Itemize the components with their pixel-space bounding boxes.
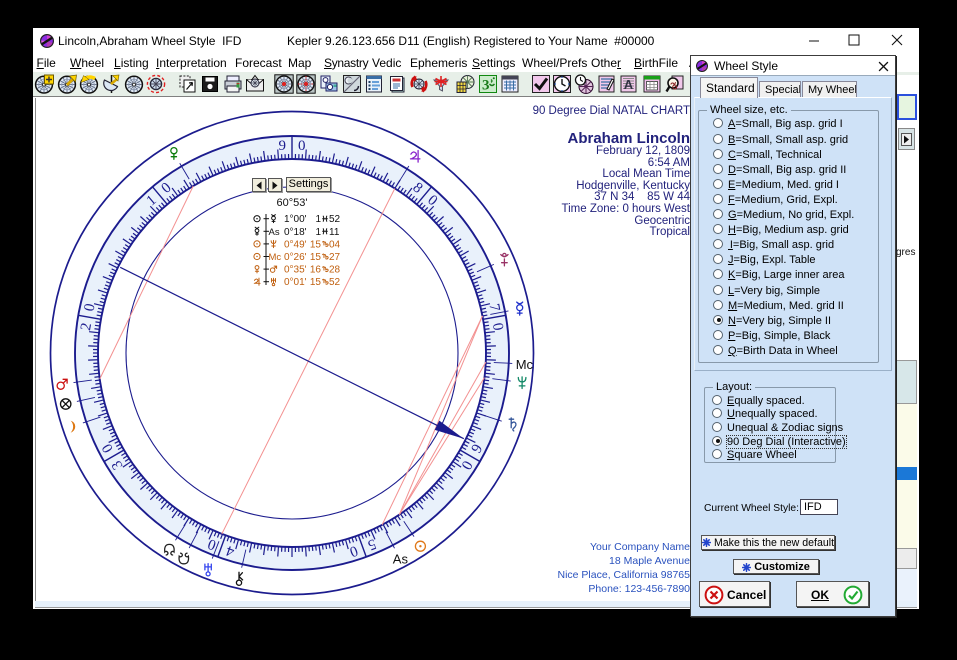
svg-text:52: 52: [329, 277, 341, 288]
svg-text:60°53': 60°53': [277, 197, 308, 209]
svg-text:0°49': 0°49': [284, 239, 307, 250]
svg-text:Mc: Mc: [269, 252, 282, 263]
svg-text:A: A: [624, 77, 634, 92]
svg-text:1: 1: [315, 227, 321, 238]
svg-text:11: 11: [329, 227, 340, 238]
svg-text:3: 3: [482, 78, 490, 94]
svg-text:9: 9: [279, 138, 287, 154]
svg-text:1°00': 1°00': [284, 214, 307, 225]
svg-text:15: 15: [310, 252, 322, 263]
svg-text:15: 15: [310, 277, 322, 288]
svg-text:0°18': 0°18': [284, 227, 307, 238]
svg-text:27: 27: [329, 252, 341, 263]
svg-text:1: 1: [315, 214, 321, 225]
svg-text:28: 28: [329, 265, 341, 276]
svg-text:Mc: Mc: [516, 357, 534, 372]
svg-text:As: As: [393, 551, 409, 566]
svg-text:As: As: [269, 227, 280, 238]
svg-text:0°35': 0°35': [284, 265, 307, 276]
svg-text:04: 04: [329, 239, 341, 250]
svg-text:16: 16: [310, 265, 322, 276]
svg-text:0°26': 0°26': [284, 252, 307, 263]
svg-text:15: 15: [310, 239, 322, 250]
svg-text:52: 52: [329, 214, 341, 225]
svg-text:0: 0: [298, 138, 306, 154]
svg-text:0°01': 0°01': [284, 277, 307, 288]
